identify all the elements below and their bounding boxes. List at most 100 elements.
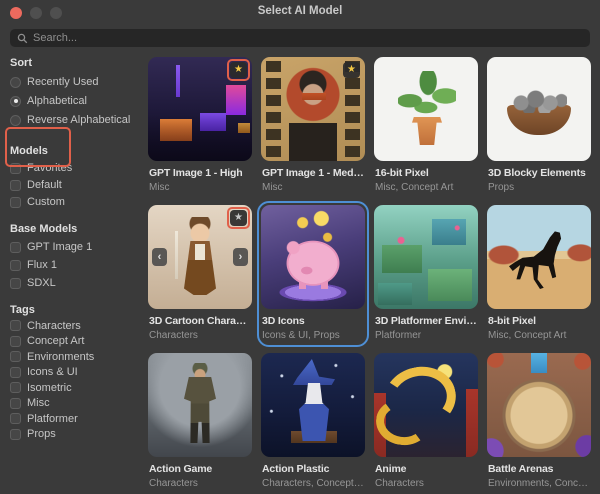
model-card-16-bit-pixel[interactable]: 16-bit Pixel Misc, Concept Art (374, 57, 478, 195)
checkbox-gpt-image-1[interactable] (10, 242, 21, 253)
model-card-gpt-image-1-medium[interactable]: ★ GPT Image 1 - Medium Misc (261, 57, 365, 195)
checkbox-misc[interactable] (10, 398, 21, 409)
model-tags: Icons & UI, Props (262, 330, 364, 342)
close-window-button[interactable] (10, 7, 22, 19)
model-name: 8-bit Pixel (488, 315, 590, 328)
models-heading: Models (10, 145, 144, 158)
model-card-battle-arenas[interactable]: Battle Arenas Environments, Concept Art (487, 353, 591, 491)
model-grid: ★ GPT Image 1 - High Misc ★ GPT Image 1 … (148, 57, 591, 491)
base-models-heading: Base Models (10, 223, 144, 236)
radio-reverse-alphabetical[interactable] (10, 115, 21, 126)
checkbox-label: Isometric (27, 382, 72, 394)
radio-label: Reverse Alphabetical (27, 114, 130, 126)
checkbox-label: Favorites (27, 162, 72, 174)
sort-option-recently-used[interactable]: Recently Used (10, 75, 144, 89)
model-thumbnail-soldier (148, 353, 252, 457)
model-name: 16-bit Pixel (375, 167, 477, 180)
checkbox-favorites[interactable] (10, 163, 21, 174)
minimize-window-button[interactable] (30, 7, 42, 19)
filter-tag-platformer[interactable]: Platformer (10, 412, 144, 426)
model-thumbnail-piggy-bank (261, 205, 365, 309)
model-tags: Platformer (375, 330, 477, 342)
favorite-star-icon[interactable]: ★ (343, 62, 360, 78)
radio-recently-used[interactable] (10, 77, 21, 88)
model-thumbnail-wizard (261, 353, 365, 457)
model-card-3d-icons-selected[interactable]: 3D Icons Icons & UI, Props (261, 205, 365, 343)
model-name: 3D Platformer Environme... (375, 315, 477, 328)
checkbox-label: Default (27, 179, 62, 191)
model-name: GPT Image 1 - High (149, 167, 251, 180)
filter-sidebar: Sort Recently Used Alphabetical Reverse … (10, 57, 144, 441)
filter-tag-environments[interactable]: Environments (10, 350, 144, 364)
model-tags: Misc, Concept Art (488, 330, 590, 342)
checkbox-isometric[interactable] (10, 382, 21, 393)
model-card-3d-platformer-environments[interactable]: 3D Platformer Environme... Platformer (374, 205, 478, 343)
model-name: GPT Image 1 - Medium (262, 167, 364, 180)
checkbox-label: Misc (27, 397, 50, 409)
checkbox-custom[interactable] (10, 197, 21, 208)
model-thumbnail-golden-dragon (374, 353, 478, 457)
checkbox-label: GPT Image 1 (27, 241, 92, 253)
model-card-3d-blocky-elements[interactable]: 3D Blocky Elements Props (487, 57, 591, 195)
checkbox-platformer[interactable] (10, 413, 21, 424)
checkbox-icons-ui[interactable] (10, 367, 21, 378)
carousel-next-button[interactable]: › (233, 248, 248, 266)
model-card-anime[interactable]: Anime Characters (374, 353, 478, 491)
filter-flux-1[interactable]: Flux 1 (10, 258, 144, 272)
model-thumbnail-stone-bowl (487, 57, 591, 161)
favorite-star-icon[interactable]: ★ (230, 62, 247, 78)
model-thumbnail-arena (487, 353, 591, 457)
model-thumbnail-potted-plant (374, 57, 478, 161)
model-thumbnail-platformer-blocks (374, 205, 478, 309)
filter-tag-props[interactable]: Props (10, 428, 144, 442)
sort-option-alphabetical[interactable]: Alphabetical (10, 94, 144, 108)
sort-heading: Sort (10, 57, 144, 70)
filter-favorites[interactable]: Favorites (10, 161, 144, 175)
filter-tag-concept-art[interactable]: Concept Art (10, 335, 144, 349)
filter-gpt-image-1[interactable]: GPT Image 1 (10, 240, 144, 254)
model-tags: Characters (149, 330, 251, 342)
model-tags: Props (488, 182, 590, 194)
carousel-prev-button[interactable]: ‹ (152, 248, 167, 266)
checkbox-concept-art[interactable] (10, 336, 21, 347)
model-card-8-bit-pixel[interactable]: 8-bit Pixel Misc, Concept Art (487, 205, 591, 343)
checkbox-characters[interactable] (10, 320, 21, 331)
favorite-star-icon[interactable]: ★ (230, 210, 247, 226)
tags-heading: Tags (10, 304, 144, 317)
titlebar: Select AI Model (0, 0, 600, 24)
search-icon (17, 33, 28, 44)
filter-sdxl[interactable]: SDXL (10, 276, 144, 290)
model-thumbnail-cyberpunk-city: ★ (148, 57, 252, 161)
filter-tag-icons-ui[interactable]: Icons & UI (10, 366, 144, 380)
model-card-action-game[interactable]: Action Game Characters (148, 353, 252, 491)
annotation-box-favorite-star: ★ (227, 59, 250, 81)
checkbox-sdxl[interactable] (10, 278, 21, 289)
sort-option-reverse-alphabetical[interactable]: Reverse Alphabetical (10, 113, 144, 127)
model-card-gpt-image-1-high[interactable]: ★ GPT Image 1 - High Misc (148, 57, 252, 195)
checkbox-label: Icons & UI (27, 366, 78, 378)
checkbox-props[interactable] (10, 429, 21, 440)
radio-alphabetical-selected[interactable] (10, 96, 21, 107)
model-card-3d-cartoon-characters[interactable]: ★ ‹ › 3D Cartoon Characters Characters (148, 205, 252, 343)
model-tags: Misc, Concept Art (375, 182, 477, 194)
filter-custom[interactable]: Custom (10, 195, 144, 209)
checkbox-flux-1[interactable] (10, 260, 21, 271)
search-input[interactable] (33, 32, 583, 44)
model-card-action-plastic[interactable]: Action Plastic Characters, Concept Art (261, 353, 365, 491)
checkbox-label: SDXL (27, 277, 56, 289)
model-thumbnail-tattoo-poster: ★ (261, 57, 365, 161)
checkbox-environments[interactable] (10, 351, 21, 362)
checkbox-label: Custom (27, 196, 65, 208)
model-name: Battle Arenas (488, 463, 590, 476)
filter-tag-characters[interactable]: Characters (10, 319, 144, 333)
checkbox-label: Flux 1 (27, 259, 57, 271)
filter-tag-misc[interactable]: Misc (10, 397, 144, 411)
search-bar[interactable] (10, 29, 590, 47)
filter-default[interactable]: Default (10, 178, 144, 192)
checkbox-default[interactable] (10, 180, 21, 191)
annotation-box-favorite-star: ★ (227, 207, 250, 229)
radio-label: Recently Used (27, 76, 99, 88)
zoom-window-button[interactable] (50, 7, 62, 19)
model-name: Action Game (149, 463, 251, 476)
filter-tag-isometric[interactable]: Isometric (10, 381, 144, 395)
